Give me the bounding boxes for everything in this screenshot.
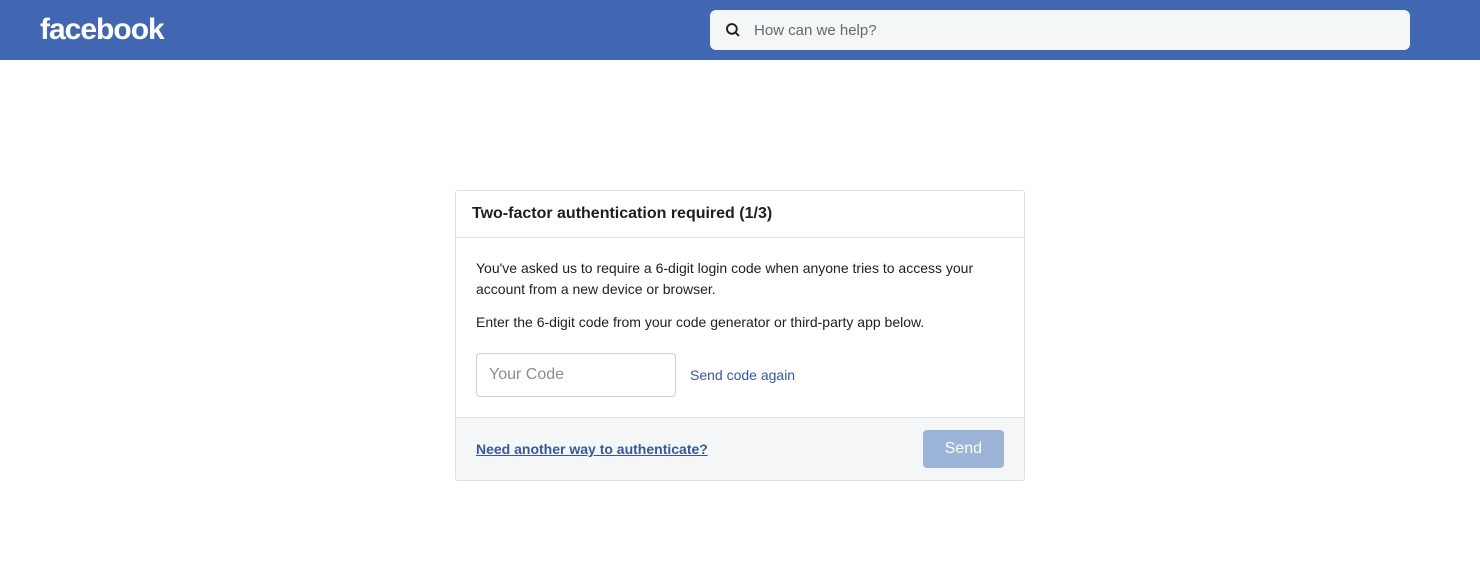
card-body: You've asked us to require a 6-digit log… [456,238,1024,417]
resend-code-link[interactable]: Send code again [690,367,795,383]
instruction-text-1: You've asked us to require a 6-digit log… [476,258,1004,300]
code-input-row: Send code again [476,353,1004,397]
search-input[interactable] [710,10,1410,50]
instruction-text-2: Enter the 6-digit code from your code ge… [476,312,1004,333]
card-title: Two-factor authentication required (1/3) [472,205,1008,223]
send-button[interactable]: Send [923,430,1004,468]
code-input[interactable] [476,353,676,397]
search-icon [724,21,742,39]
search-container [710,10,1410,50]
alternative-auth-link[interactable]: Need another way to authenticate? [476,441,708,457]
card-footer: Need another way to authenticate? Send [456,417,1024,480]
card-header: Two-factor authentication required (1/3) [456,191,1024,238]
header-bar: facebook [0,0,1480,60]
two-factor-card: Two-factor authentication required (1/3)… [455,190,1025,481]
facebook-logo[interactable]: facebook [40,13,164,47]
main-content: Two-factor authentication required (1/3)… [0,60,1480,481]
